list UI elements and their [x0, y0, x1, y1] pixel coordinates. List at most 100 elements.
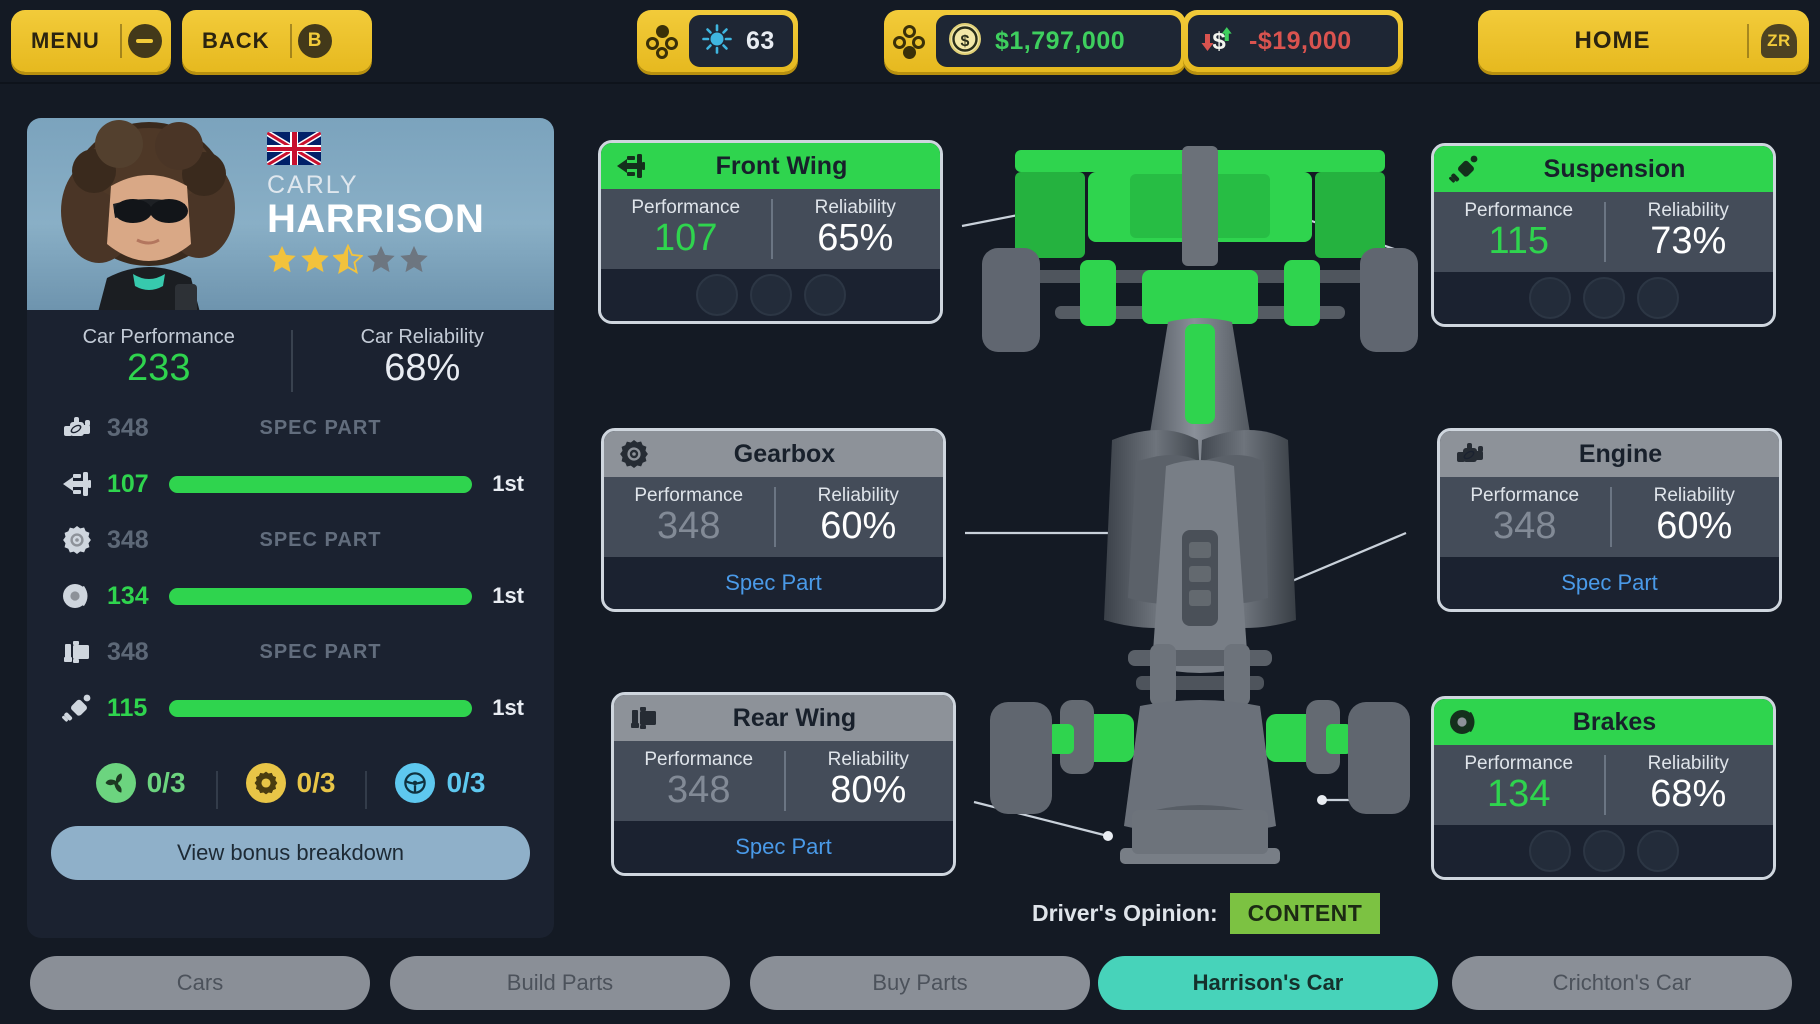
reliability-value: 73% — [1650, 220, 1727, 262]
bonus-counters: 0/3 0/3 0/3 — [27, 746, 554, 820]
part-row-value: 115 — [107, 693, 148, 722]
part-performance: Performance 134 — [1434, 753, 1604, 815]
part-slot-group — [1528, 276, 1679, 319]
part-slot[interactable] — [1636, 276, 1679, 319]
tab-cars[interactable]: Cars — [30, 956, 370, 1010]
part-card-title: Engine — [1578, 439, 1663, 468]
bonus-counter[interactable]: 0/3 — [215, 763, 366, 809]
bonus-counter[interactable]: 0/3 — [66, 763, 216, 803]
home-button-label: HOME — [1574, 27, 1651, 54]
car-performance-label: Car Performance — [82, 326, 235, 348]
reliability-value: 65% — [817, 217, 894, 259]
part-row[interactable]: 348 SPEC PART — [27, 400, 554, 456]
resource-parts-points[interactable]: 63 — [637, 10, 798, 72]
back-button[interactable]: BACK B — [182, 10, 372, 72]
part-card-engine[interactable]: Engine Performance 348 Reliability 60% S… — [1437, 428, 1782, 612]
part-card-brakes[interactable]: Brakes Performance 134 Reliability 68% — [1431, 696, 1776, 880]
brakes-icon — [61, 580, 107, 612]
reliability-value: 60% — [820, 505, 897, 547]
part-card-title: Rear Wing — [732, 703, 857, 732]
performance-value: 107 — [654, 217, 718, 259]
part-card-header: Brakes — [1434, 699, 1773, 745]
part-row[interactable]: 348 SPEC PART — [27, 512, 554, 568]
driver-last-name: HARRISON — [267, 197, 485, 242]
part-card-footer — [1434, 824, 1773, 877]
gearbox-icon — [61, 524, 107, 556]
menu-button[interactable]: MENU — [11, 10, 171, 72]
bonus-counter-value: 0/3 — [446, 767, 486, 798]
car-diagram — [960, 110, 1440, 940]
reliability-label: Reliability — [1653, 485, 1735, 506]
part-card-rear-wing[interactable]: Rear Wing Performance 348 Reliability 80… — [611, 692, 956, 876]
resource-balance[interactable]: $ $1,797,000 — [884, 10, 1186, 72]
part-slot-group — [1528, 829, 1679, 872]
bonus-counter[interactable]: 0/3 — [365, 763, 515, 809]
home-button[interactable]: HOME ZR — [1478, 10, 1809, 72]
driver-first-name: CARLY — [267, 171, 359, 199]
star-empty — [366, 244, 396, 274]
part-slot[interactable] — [1528, 829, 1571, 872]
part-row[interactable]: 134 1st — [27, 568, 554, 624]
performance-bar — [169, 699, 472, 717]
part-card-footer — [1434, 271, 1773, 324]
star-full — [267, 244, 297, 274]
part-slot[interactable] — [1636, 829, 1679, 872]
part-breakdown-list: 348 SPEC PART 107 1st 348 SPEC PART 134 … — [27, 396, 554, 736]
part-card-suspension[interactable]: Suspension Performance 115 Reliability 7… — [1431, 143, 1776, 327]
performance-value: 134 — [1487, 773, 1551, 815]
dots-cluster-icon — [637, 24, 689, 59]
tab-buy-parts[interactable]: Buy Parts — [750, 956, 1090, 1010]
front-wing-icon — [61, 468, 107, 500]
part-card-gearbox[interactable]: Gearbox Performance 348 Reliability 60% … — [601, 428, 946, 612]
drivers-opinion-label: Driver's Opinion: — [1032, 900, 1218, 926]
dots-cluster-icon — [884, 24, 936, 59]
spec-part-link[interactable]: Spec Part — [725, 570, 822, 596]
star-full — [300, 244, 330, 274]
part-card-footer: Spec Part — [1440, 556, 1779, 609]
part-card-stats: Performance 134 Reliability 68% — [1434, 745, 1773, 825]
part-slot[interactable] — [749, 273, 792, 316]
reliability-value: 68% — [1650, 773, 1727, 815]
car-totals: Car Performance 233 Car Reliability 68% — [27, 310, 554, 396]
spec-part-label: SPEC PART — [259, 640, 382, 663]
part-card-footer: Spec Part — [604, 556, 943, 609]
performance-label: Performance — [1470, 485, 1580, 506]
suspension-icon — [61, 692, 107, 724]
tab-crichton-s-car[interactable]: Crichton's Car — [1452, 956, 1792, 1010]
part-slot[interactable] — [1582, 276, 1625, 319]
view-bonus-breakdown-button[interactable]: View bonus breakdown — [51, 826, 530, 880]
part-card-title: Brakes — [1572, 707, 1657, 736]
part-slot[interactable] — [803, 273, 846, 316]
part-slot[interactable] — [695, 273, 738, 316]
part-slot[interactable] — [1582, 829, 1625, 872]
part-row[interactable]: 107 1st — [27, 456, 554, 512]
part-row-position: 1st — [492, 583, 524, 608]
part-row[interactable]: 115 1st — [27, 680, 554, 736]
tab-build-parts[interactable]: Build Parts — [390, 956, 730, 1010]
part-row[interactable]: 348 SPEC PART — [27, 624, 554, 680]
reliability-label: Reliability — [1647, 200, 1729, 221]
performance-label: Performance — [1464, 753, 1574, 774]
spec-part-link[interactable]: Spec Part — [1561, 570, 1658, 596]
bonus-counter-value: 0/3 — [296, 767, 336, 798]
part-card-footer: Spec Part — [614, 820, 953, 873]
spec-part-link[interactable]: Spec Part — [735, 834, 832, 860]
back-button-label: BACK — [202, 28, 270, 53]
part-card-stats: Performance 107 Reliability 65% — [601, 189, 940, 269]
gear-burst-icon — [701, 23, 733, 60]
parts-points-value: 63 — [746, 26, 775, 55]
part-card-front-wing[interactable]: Front Wing Performance 107 Reliability 6… — [598, 140, 943, 324]
part-performance: Performance 348 — [614, 749, 784, 811]
performance-value: 348 — [667, 769, 731, 811]
resource-income-delta[interactable]: $ -$19,000 — [1183, 10, 1403, 72]
performance-label: Performance — [644, 749, 754, 770]
car-performance: Car Performance 233 — [27, 326, 291, 390]
part-performance: Performance 115 — [1434, 200, 1604, 262]
part-slot[interactable] — [1528, 276, 1571, 319]
part-card-header: Gearbox — [604, 431, 943, 477]
steering-wheel-icon — [395, 763, 436, 803]
car-performance-value: 233 — [127, 347, 191, 389]
part-card-header: Front Wing — [601, 143, 940, 189]
part-performance: Performance 107 — [601, 197, 771, 259]
tab-harrison-s-car[interactable]: Harrison's Car — [1098, 956, 1438, 1010]
